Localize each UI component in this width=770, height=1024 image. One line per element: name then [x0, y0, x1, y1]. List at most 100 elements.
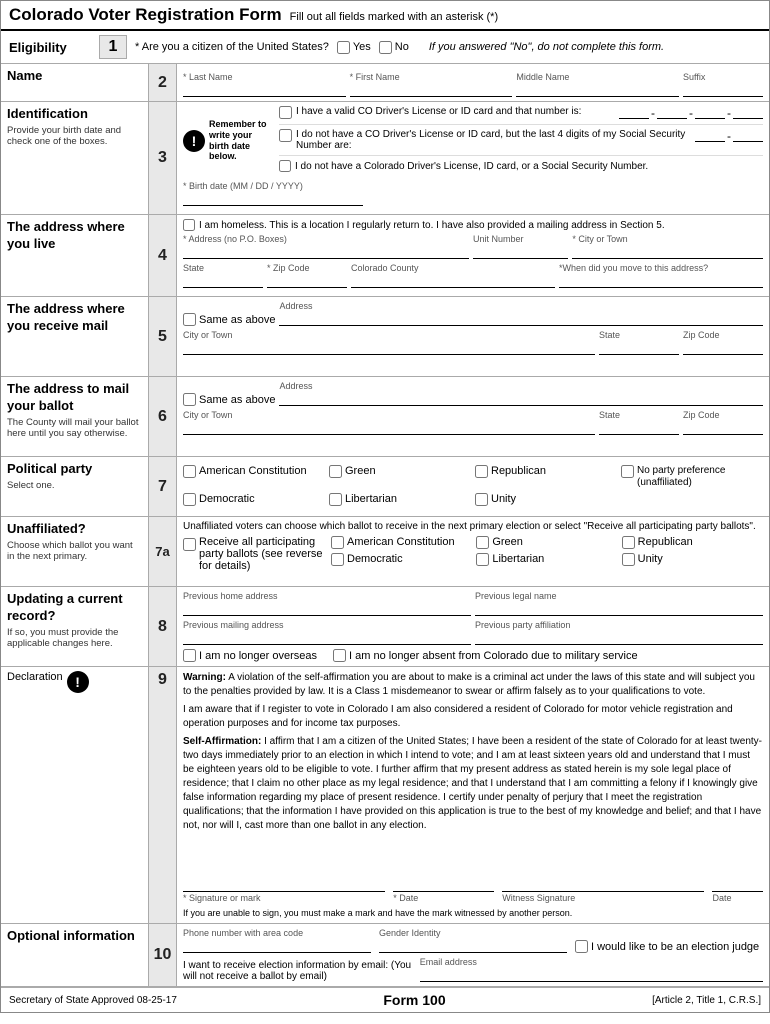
move-date-input[interactable]: [559, 273, 763, 288]
name-title: Name: [7, 68, 42, 85]
phone-input[interactable]: [183, 938, 371, 953]
unaff-ac[interactable]: American Constitution: [331, 536, 472, 549]
mailing-address-input[interactable]: [279, 311, 763, 326]
unaff-dem[interactable]: Democratic: [331, 553, 472, 566]
updating-label-area: Updating a current record? If so, you mu…: [1, 587, 149, 666]
update-checkboxes: I am no longer overseas I am no longer a…: [183, 649, 763, 662]
no-longer-overseas[interactable]: I am no longer overseas: [183, 649, 317, 662]
dl-part1[interactable]: [619, 107, 649, 119]
no-longer-overseas-checkbox[interactable]: [183, 649, 196, 662]
id-sub: Provide your birth date and check one of…: [7, 125, 142, 147]
unaff-green-checkbox[interactable]: [476, 536, 489, 549]
gender-input[interactable]: [379, 938, 567, 953]
ballot-address-input[interactable]: [279, 391, 763, 406]
election-judge-option[interactable]: I would like to be an election judge: [575, 940, 763, 953]
prev-legal-input[interactable]: [475, 601, 763, 616]
dl-part3[interactable]: [695, 107, 725, 119]
ballot-same-checkbox[interactable]: [183, 393, 196, 406]
homeless-note: I am homeless. This is a location I regu…: [199, 220, 665, 231]
unaff-unity[interactable]: Unity: [622, 553, 763, 566]
mailing-city-input[interactable]: [183, 340, 595, 355]
receive-all-checkbox[interactable]: [183, 538, 196, 551]
unaff-lib[interactable]: Libertarian: [476, 553, 617, 566]
dl-part4[interactable]: [733, 107, 763, 119]
unit-input[interactable]: [473, 244, 568, 259]
gender-label: Gender Identity: [379, 928, 567, 938]
unaff-rep[interactable]: Republican: [622, 536, 763, 549]
ballot-same-above[interactable]: Same as above: [183, 393, 275, 406]
middle-name-input[interactable]: [516, 82, 679, 97]
party-libertarian[interactable]: Libertarian: [329, 493, 471, 506]
dl-part2[interactable]: [657, 107, 687, 119]
homeless-row: I am homeless. This is a location I regu…: [183, 219, 763, 231]
state-input[interactable]: [183, 273, 263, 288]
ballot-city-input[interactable]: [183, 420, 595, 435]
yes-option[interactable]: Yes: [337, 41, 371, 54]
party-ac-checkbox[interactable]: [183, 465, 196, 478]
unaff-dem-checkbox[interactable]: [331, 553, 344, 566]
city-input[interactable]: [572, 244, 763, 259]
witness-date-input[interactable]: [712, 877, 763, 892]
party-green[interactable]: Green: [329, 465, 471, 489]
id-option3-checkbox[interactable]: [279, 160, 291, 172]
mailing-state-input[interactable]: [599, 340, 679, 355]
receive-all-label[interactable]: Receive all participating party ballots …: [183, 536, 323, 572]
ballot-label-area: The address to mail your ballot The Coun…: [1, 377, 149, 456]
unaff-unity-checkbox[interactable]: [622, 553, 635, 566]
party-number: 7: [149, 457, 177, 516]
last-name-label: * Last Name: [183, 72, 346, 82]
no-checkbox[interactable]: [379, 41, 392, 54]
date-input[interactable]: [393, 877, 494, 892]
prev-mailing-input[interactable]: [183, 630, 471, 645]
party-lib-checkbox[interactable]: [329, 493, 342, 506]
party-no-preference[interactable]: No party preference (unaffiliated): [621, 465, 763, 489]
prev-home-input[interactable]: [183, 601, 471, 616]
no-longer-absent-checkbox[interactable]: [333, 649, 346, 662]
prev-party-input[interactable]: [475, 630, 763, 645]
party-sub: Select one.: [7, 480, 55, 491]
party-unity[interactable]: Unity: [475, 493, 617, 506]
no-option[interactable]: No: [379, 41, 409, 54]
ballot-city-group: City or Town: [183, 410, 595, 435]
witness-sig-input[interactable]: [502, 877, 704, 892]
ssn-part2[interactable]: [733, 130, 763, 142]
ssn-part1[interactable]: [695, 130, 725, 142]
email-input[interactable]: [420, 967, 763, 982]
no-longer-absent[interactable]: I am no longer absent from Colorado due …: [333, 649, 638, 662]
first-name-input[interactable]: [350, 82, 513, 97]
yes-checkbox[interactable]: [337, 41, 350, 54]
mailing-label-area: The address where you receive mail: [1, 297, 149, 376]
birth-date-input[interactable]: [183, 191, 363, 206]
party-dem-checkbox[interactable]: [183, 493, 196, 506]
unaff-ac-checkbox[interactable]: [331, 536, 344, 549]
birth-date-label: * Birth date (MM / DD / YYYY): [183, 181, 363, 191]
party-republican[interactable]: Republican: [475, 465, 617, 489]
party-democratic[interactable]: Democratic: [183, 493, 325, 506]
mailing-same-above[interactable]: Same as above: [183, 313, 275, 326]
address-row2: State * Zip Code Colorado County *When d…: [183, 263, 763, 288]
party-unity-checkbox[interactable]: [475, 493, 488, 506]
zip-input[interactable]: [267, 273, 347, 288]
last-name-input[interactable]: [183, 82, 346, 97]
mailing-same-checkbox[interactable]: [183, 313, 196, 326]
party-green-checkbox[interactable]: [329, 465, 342, 478]
unaffiliated-number: 7a: [149, 517, 177, 586]
party-american-constitution[interactable]: American Constitution: [183, 465, 325, 489]
email-label: Email address: [420, 957, 763, 967]
suffix-input[interactable]: [683, 82, 763, 97]
ballot-state-input[interactable]: [599, 420, 679, 435]
party-rep-checkbox[interactable]: [475, 465, 488, 478]
ballot-zip-input[interactable]: [683, 420, 763, 435]
unaff-rep-checkbox[interactable]: [622, 536, 635, 549]
party-no-pref-checkbox[interactable]: [621, 465, 634, 478]
unaff-lib-checkbox[interactable]: [476, 553, 489, 566]
unaff-green[interactable]: Green: [476, 536, 617, 549]
address-input[interactable]: [183, 244, 469, 259]
id-option2-checkbox[interactable]: [279, 129, 292, 142]
id-option1-checkbox[interactable]: [279, 106, 292, 119]
county-input[interactable]: [351, 273, 555, 288]
election-judge-checkbox[interactable]: [575, 940, 588, 953]
signature-input[interactable]: [183, 877, 385, 892]
mailing-zip-input[interactable]: [683, 340, 763, 355]
homeless-checkbox[interactable]: [183, 219, 195, 231]
